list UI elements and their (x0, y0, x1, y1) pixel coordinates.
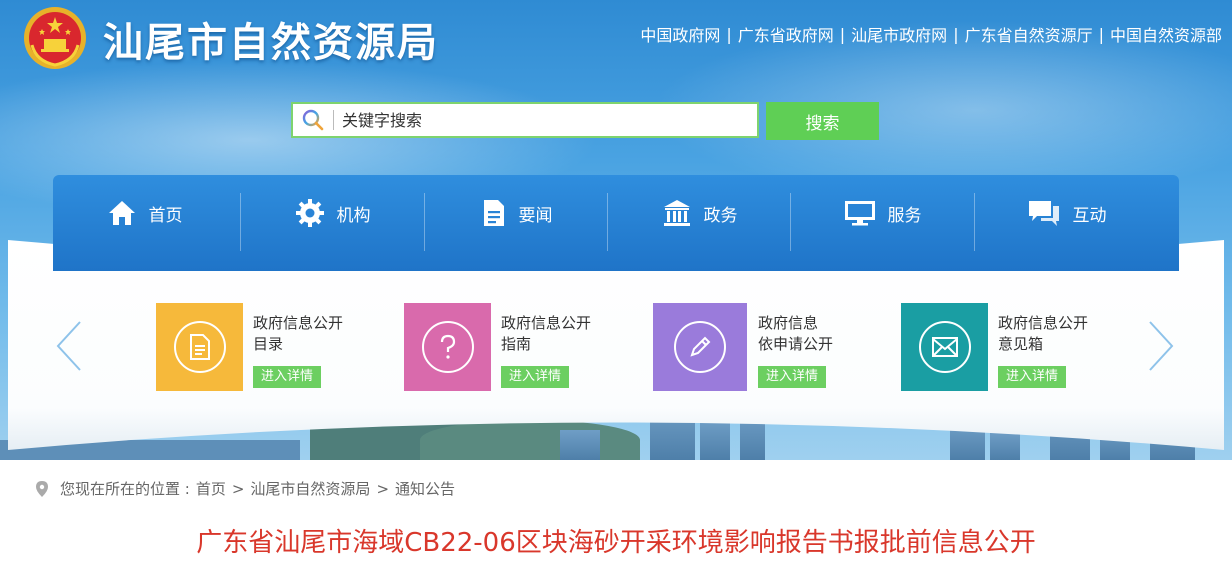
top-link-china-gov[interactable]: 中国政府网 (640, 22, 720, 46)
breadcrumb: 您现在所在的位置 : 首页 > 汕尾市自然资源局 > 通知公告 (36, 478, 455, 499)
document-icon (481, 198, 507, 228)
government-building-icon (662, 198, 692, 228)
card-label: 政府信息公开 指南 (501, 314, 592, 353)
link-separator: | (953, 24, 959, 44)
site-title: 汕尾市自然资源局 (103, 20, 439, 66)
card-detail-button[interactable]: 进入详情 (501, 366, 570, 388)
envelope-icon (931, 337, 958, 357)
card-label: 政府信息公开 意见箱 (998, 314, 1089, 353)
breadcrumb-item-notices[interactable]: 通知公告 (395, 478, 455, 499)
card-detail-button[interactable]: 进入详情 (998, 366, 1067, 388)
card-detail-button[interactable]: 进入详情 (253, 366, 322, 388)
chat-icon (1027, 198, 1061, 228)
nav-label: 要闻 (518, 205, 553, 226)
nav-item-interaction[interactable]: 互动 (975, 175, 1158, 251)
article-title: 广东省汕尾市海域CB22-06区块海砂开采环境影响报告书报批前信息公开 (196, 528, 1036, 558)
top-link-guangdong-gov[interactable]: 广东省政府网 (738, 22, 834, 46)
nav-item-news[interactable]: 要闻 (425, 175, 608, 251)
top-link-guangdong-natural-resources[interactable]: 广东省自然资源厅 (965, 22, 1093, 46)
card-tile[interactable] (901, 303, 988, 391)
top-links: 中国政府网 | 广东省政府网 | 汕尾市政府网 | 广东省自然资源厅 | 中国自… (640, 22, 1222, 46)
card-label: 政府信息公开 目录 (253, 314, 344, 353)
breadcrumb-item-bureau[interactable]: 汕尾市自然资源局 (250, 478, 370, 499)
nav-item-organization[interactable]: 机构 (241, 175, 424, 251)
search-divider (333, 110, 334, 130)
card-tile[interactable] (404, 303, 491, 391)
nav-item-home[interactable]: 首页 (53, 175, 236, 251)
top-link-shanwei-gov[interactable]: 汕尾市政府网 (851, 22, 947, 46)
nav-label: 互动 (1072, 205, 1107, 226)
top-link-natural-resources-ministry[interactable]: 中国自然资源部 (1110, 22, 1222, 46)
monitor-icon (844, 199, 876, 227)
main-nav: 首页 机构 要闻 政务 服务 互动 (53, 175, 1179, 271)
breadcrumb-separator: > (231, 479, 245, 498)
card-tile[interactable] (156, 303, 243, 391)
link-separator: | (1098, 24, 1104, 44)
national-emblem-icon (24, 7, 86, 69)
search-box (291, 102, 759, 138)
nav-label: 服务 (887, 205, 922, 226)
card-label: 政府信息 依申请公开 (758, 314, 834, 353)
search-button[interactable]: 搜索 (766, 102, 879, 140)
search-icon[interactable] (293, 104, 333, 136)
nav-label: 首页 (148, 205, 183, 226)
home-icon (107, 199, 137, 227)
link-separator: | (839, 24, 846, 44)
location-pin-icon (36, 480, 48, 497)
carousel-next-arrow-icon[interactable] (1147, 320, 1175, 372)
nav-item-government-affairs[interactable]: 政务 (608, 175, 791, 251)
file-list-icon (189, 334, 210, 360)
question-icon (440, 334, 455, 359)
gear-icon (295, 198, 325, 228)
nav-label: 机构 (336, 205, 371, 226)
breadcrumb-item-home[interactable]: 首页 (196, 478, 226, 499)
nav-item-services[interactable]: 服务 (791, 175, 974, 251)
card-tile[interactable] (653, 303, 747, 391)
card-detail-button[interactable]: 进入详情 (758, 366, 827, 388)
nav-label: 政务 (703, 205, 738, 226)
pen-icon (690, 336, 711, 357)
link-separator: | (726, 24, 732, 44)
carousel-prev-arrow-icon[interactable] (55, 320, 83, 372)
search-input[interactable] (342, 110, 742, 130)
breadcrumb-separator: > (376, 479, 390, 498)
breadcrumb-prefix: 您现在所在的位置 : (60, 480, 190, 498)
